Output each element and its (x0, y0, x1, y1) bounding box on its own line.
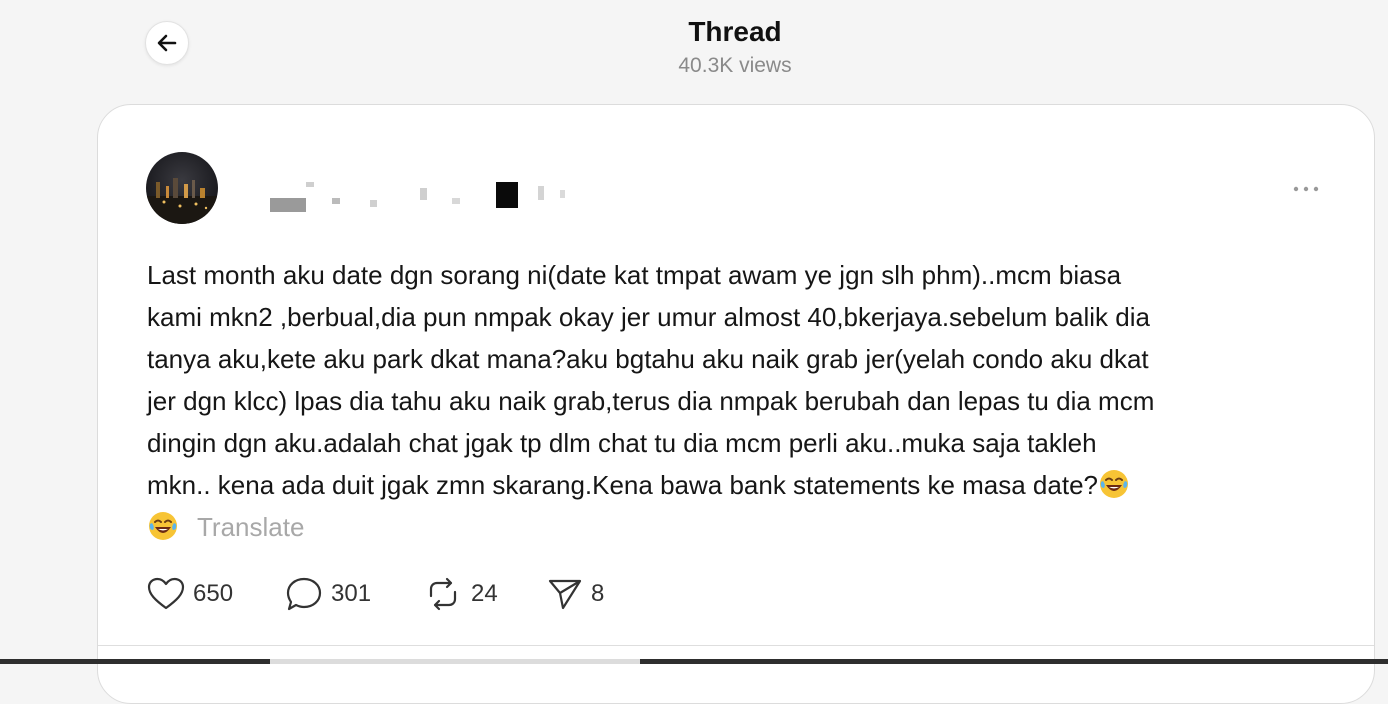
more-options-button[interactable] (1288, 174, 1324, 204)
share-button[interactable]: 8 (547, 572, 604, 616)
post-text: Last month aku date dgn sorang ni(date k… (147, 254, 1327, 548)
username-redacted[interactable] (270, 176, 570, 212)
page-title: Thread (688, 16, 782, 47)
laughing-tears-emoji-icon (149, 512, 177, 540)
repost-icon (429, 577, 457, 611)
like-button[interactable]: 650 (147, 572, 233, 616)
view-count: 40.3K views (678, 54, 792, 77)
bottom-strip (0, 659, 1388, 664)
post-line: Last month aku date dgn sorang ni(date k… (147, 260, 1122, 290)
avatar[interactable] (146, 152, 218, 224)
post-line: kami mkn2 ,berbual,dia pun nmpak okay je… (147, 302, 1150, 332)
post-line: jer dgn klcc) lpas dia tahu aku naik gra… (147, 386, 1155, 416)
share-count: 8 (591, 580, 605, 607)
comment-icon (286, 577, 322, 611)
reply-button[interactable]: 301 (285, 572, 371, 616)
like-count: 650 (193, 580, 234, 607)
more-dots-icon (1293, 186, 1319, 192)
translate-link[interactable]: Translate (197, 512, 304, 542)
divider (98, 645, 1374, 646)
post-line: tanya aku,kete aku park dkat mana?aku bg… (147, 344, 1149, 374)
post-line: dingin dgn aku.adalah chat jgak tp dlm c… (147, 428, 1097, 458)
repost-count: 24 (471, 580, 498, 607)
repost-button[interactable]: 24 (423, 572, 498, 616)
post-line: mkn.. kena ada duit jgak zmn skarang.Ken… (147, 470, 1098, 500)
laughing-tears-emoji-icon (1100, 470, 1128, 498)
heart-icon (147, 577, 185, 610)
reply-count: 301 (331, 580, 372, 607)
send-icon (548, 579, 582, 610)
